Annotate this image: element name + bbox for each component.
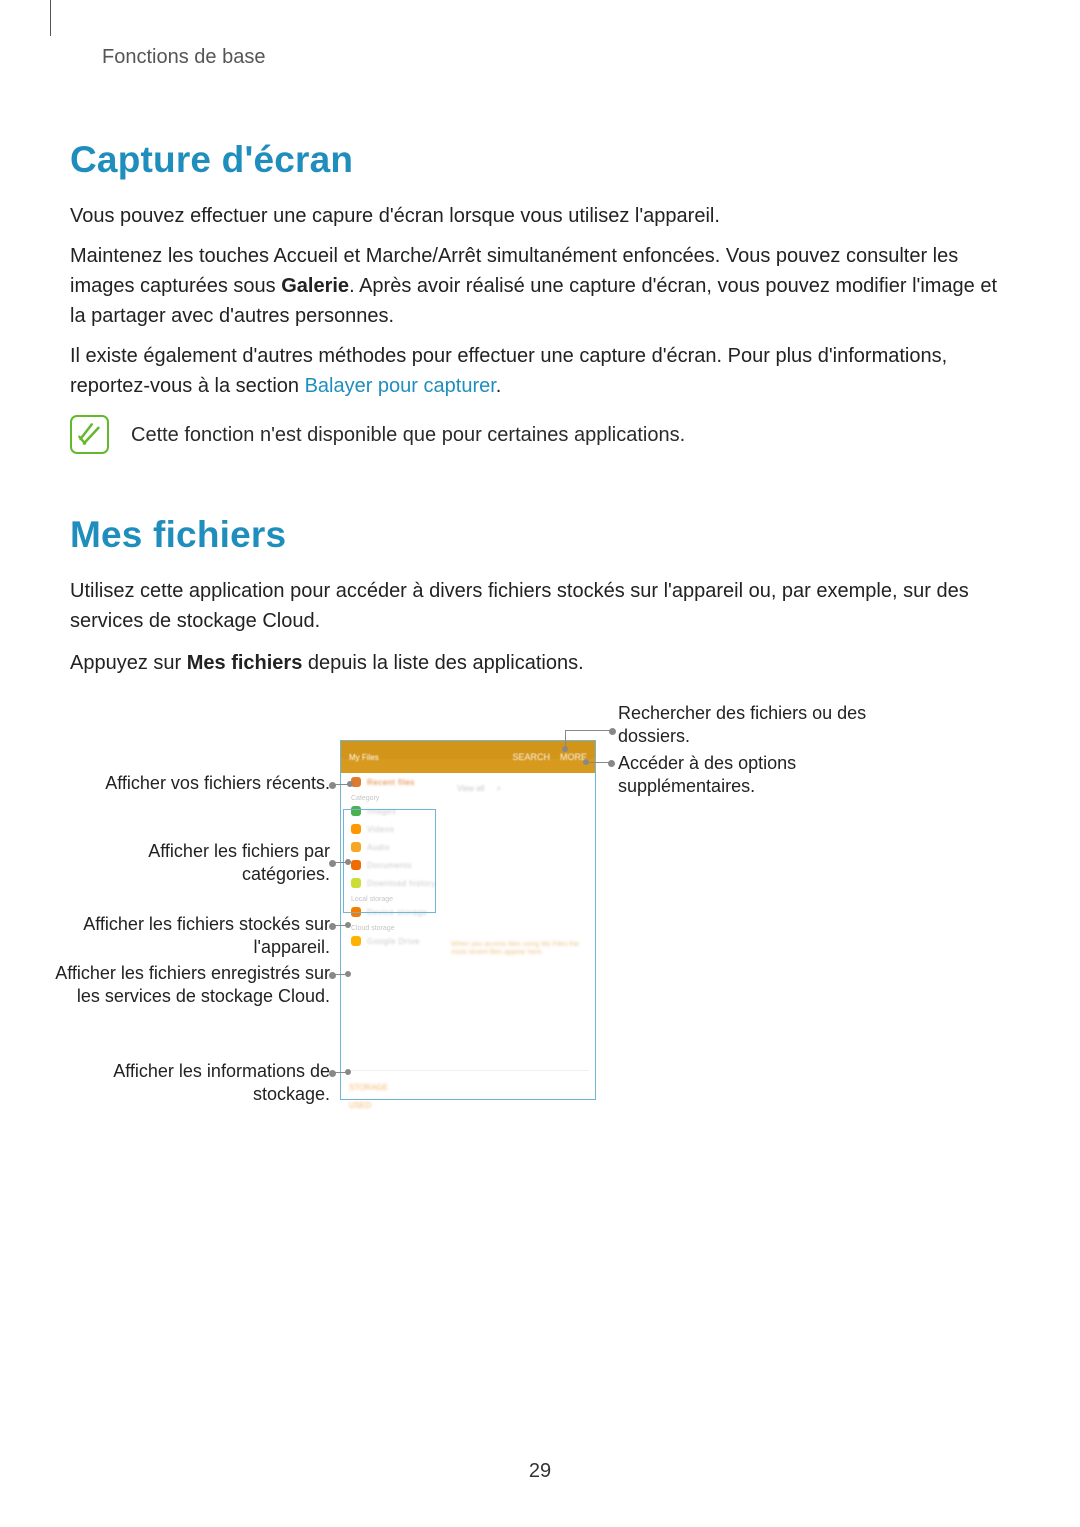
callout-recent-label: Afficher vos fichiers récents.: [105, 772, 330, 795]
section-title-capture: Capture d'écran: [70, 139, 1010, 181]
callout-more: Accéder à des options supplémentaires.: [618, 752, 878, 797]
search-button[interactable]: SEARCH: [512, 752, 550, 762]
page-number: 29: [0, 1460, 1080, 1483]
detail-hint: When you access files using My Files the…: [451, 941, 586, 961]
cloud-section-label: Cloud storage: [341, 921, 595, 932]
files-p2-bold: Mes fichiers: [187, 652, 303, 674]
device-screen: My Files SEARCH MORE Recent files View a…: [340, 740, 596, 1100]
callout-search-label: Rechercher des fichiers ou des dossiers.: [618, 702, 878, 747]
callout-categories: Afficher les fichiers par catégories.: [70, 840, 330, 885]
header-rule: [50, 0, 51, 36]
callout-more-label: Accéder à des options supplémentaires.: [618, 752, 878, 797]
capture-p2-bold: Galerie: [281, 275, 349, 297]
app-titlebar: My Files SEARCH MORE: [341, 741, 595, 773]
section-title-files: Mes fichiers: [70, 514, 1010, 556]
callout-search: Rechercher des fichiers ou des dossiers.: [618, 702, 878, 747]
files-p2-b: depuis la liste des applications.: [302, 652, 583, 674]
callout-categories-label: Afficher les fichiers par catégories.: [70, 840, 330, 885]
recent-right-controls[interactable]: View all +: [457, 781, 527, 795]
category-highlight-box: [343, 809, 436, 913]
callout-recent: Afficher vos fichiers récents.: [70, 772, 330, 795]
storage-used-label: STORAGE USED: [349, 1083, 388, 1110]
callout-cloud-label: Afficher les fichiers enregistrés sur le…: [40, 962, 330, 1007]
note-text: Cette fonction n'est disponible que pour…: [131, 415, 685, 450]
leader-categories-dot: [345, 859, 351, 865]
leader-cloud-dot: [345, 971, 351, 977]
files-p2-a: Appuyez sur: [70, 652, 187, 674]
leader-more-dot: [583, 759, 589, 765]
files-paragraph-1: Utilisez cette application pour accéder …: [70, 576, 1010, 636]
capture-p3-a: Il existe également d'autres méthodes po…: [70, 345, 947, 397]
leader-search: [565, 730, 615, 731]
capture-p3-b: .: [496, 375, 502, 397]
view-all[interactable]: View all: [457, 784, 484, 793]
callout-storage-label: Afficher les informations de stockage.: [70, 1060, 330, 1105]
plus-icon[interactable]: +: [496, 784, 501, 793]
leader-recent-dot: [347, 781, 353, 787]
swipe-capture-link[interactable]: Balayer pour capturer: [305, 375, 496, 397]
leader-storage-dot: [345, 1069, 351, 1075]
callout-device: Afficher les fichiers stockés sur l'appa…: [70, 913, 330, 958]
capture-paragraph-2: Maintenez les touches Accueil et Marche/…: [70, 241, 1010, 331]
cloud-drive-label: Google Drive: [367, 937, 420, 946]
callout-storage: Afficher les informations de stockage.: [70, 1060, 330, 1105]
capture-paragraph-1: Vous pouvez effectuer une capure d'écran…: [70, 201, 1010, 231]
capture-paragraph-3: Il existe également d'autres méthodes po…: [70, 341, 1010, 401]
leader-search-dot: [562, 746, 568, 752]
files-paragraph-2: Appuyez sur Mes fichiers depuis la liste…: [70, 648, 1010, 678]
recent-label: Recent files: [367, 778, 415, 787]
page-header: Fonctions de base: [102, 46, 1010, 69]
annotated-figure: My Files SEARCH MORE Recent files View a…: [70, 700, 1010, 1120]
leader-more: [586, 762, 614, 763]
app-title: My Files: [349, 753, 379, 762]
leader-device-dot: [345, 922, 351, 928]
cloud-icon: [351, 936, 361, 946]
note-icon: [70, 415, 109, 454]
callout-cloud: Afficher les fichiers enregistrés sur le…: [40, 962, 330, 1007]
callout-device-label: Afficher les fichiers stockés sur l'appa…: [70, 913, 330, 958]
storage-used-link[interactable]: STORAGE USED: [349, 1077, 409, 1087]
